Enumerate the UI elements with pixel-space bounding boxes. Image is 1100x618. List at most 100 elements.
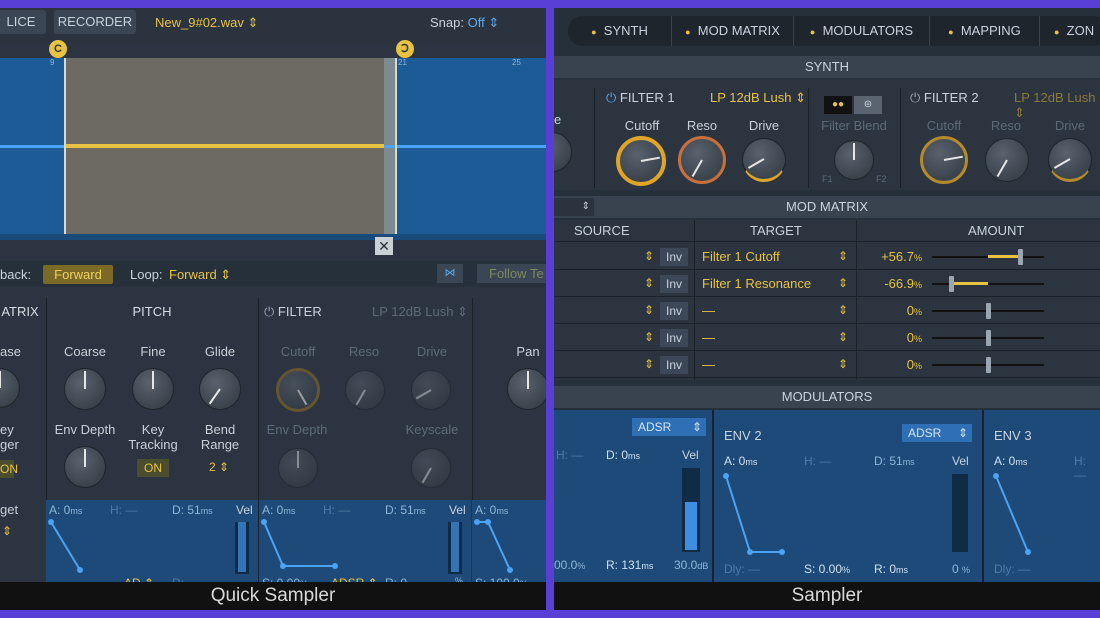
- target-value[interactable]: —: [702, 357, 715, 372]
- target-menu-chevron[interactable]: ⇕: [838, 357, 848, 371]
- source-menu-chevron[interactable]: ⇕: [644, 330, 654, 344]
- target-menu-chevron[interactable]: ⇕: [838, 276, 848, 290]
- drive-knob[interactable]: [411, 370, 451, 410]
- invert-button[interactable]: Inv: [660, 302, 688, 320]
- modulator-env-2[interactable]: ENV 2 ADSR ⇕ A: 0ms H: — D: 51ms Vel Dly…: [714, 410, 982, 582]
- envelope-shape[interactable]: [472, 514, 546, 574]
- f2-reso-knob[interactable]: [985, 138, 1029, 182]
- link-icon[interactable]: ⋈: [437, 264, 463, 283]
- envelope-shape[interactable]: [259, 514, 471, 574]
- start-marker-line[interactable]: [64, 58, 66, 234]
- amount-slider-thumb[interactable]: [948, 276, 954, 292]
- recorder-tab[interactable]: RECORDER: [54, 10, 136, 34]
- envelope-3[interactable]: A: 0ms S: 100.0%: [472, 500, 546, 590]
- close-icon[interactable]: ✕: [375, 237, 393, 255]
- filter-parallel-button[interactable]: ⊜: [854, 96, 882, 114]
- snap-control[interactable]: Snap: Off ⇕: [430, 15, 499, 31]
- target-menu-chevron[interactable]: ⇕: [838, 303, 848, 317]
- envelope-shape[interactable]: [714, 468, 944, 558]
- source-menu-chevron[interactable]: ⇕: [644, 357, 654, 371]
- tab-mod-matrix[interactable]: ● MOD MATRIX: [672, 16, 794, 46]
- filter-env-depth-knob[interactable]: [278, 448, 318, 488]
- velocity-slider[interactable]: [682, 468, 700, 552]
- f1-reso-knob[interactable]: [678, 136, 726, 184]
- velocity-slider[interactable]: [235, 522, 249, 574]
- amount-number: +56.7: [881, 249, 914, 264]
- envelope-1[interactable]: A: 0ms H: — D: 51ms Vel AD ⇕ R: —: [46, 500, 258, 590]
- target-menu-chevron[interactable]: ⇕: [838, 249, 848, 263]
- filter-serial-button[interactable]: ●●: [824, 96, 852, 114]
- filter1-type-menu[interactable]: LP 12dB Lush ⇕: [710, 90, 806, 106]
- amount-slider-thumb[interactable]: [986, 303, 991, 319]
- reso-knob[interactable]: [345, 370, 385, 410]
- end-marker-line[interactable]: [395, 58, 397, 234]
- amount-slider-thumb[interactable]: [986, 357, 991, 373]
- target-value[interactable]: Filter 1 Resonance: [702, 276, 811, 291]
- fine-knob[interactable]: [132, 368, 174, 410]
- power-icon[interactable]: ⏻: [910, 90, 920, 105]
- env1-mode-menu[interactable]: ADSR ⇕: [632, 418, 706, 436]
- file-name-menu[interactable]: New_9#02.wav ⇕: [155, 15, 258, 31]
- f2-cutoff-knob[interactable]: [920, 136, 968, 184]
- divider: [808, 88, 809, 188]
- phase-knob[interactable]: [0, 368, 20, 408]
- modulator-env-3[interactable]: ENV 3 A: 0ms H: — Dly: —: [984, 410, 1100, 582]
- bend-range-menu[interactable]: 2 ⇕: [209, 460, 229, 474]
- loop-mode-menu[interactable]: Forward ⇕: [169, 267, 231, 283]
- tab-mapping[interactable]: ● MAPPING: [930, 16, 1040, 46]
- amount-slider-thumb[interactable]: [1017, 249, 1023, 265]
- target-value[interactable]: —: [702, 303, 715, 318]
- start-marker-handle[interactable]: C: [49, 40, 67, 58]
- envelope-shape[interactable]: [46, 514, 258, 574]
- modulator-env-1[interactable]: ADSR ⇕ H: — D: 0ms Vel 00.0% R: 131ms 30…: [554, 410, 712, 582]
- invert-button[interactable]: Inv: [660, 275, 688, 293]
- filter-type-menu[interactable]: LP 12dB Lush ⇕: [372, 304, 468, 320]
- f1-cutoff-knob[interactable]: [616, 136, 666, 186]
- velocity-slider[interactable]: [448, 522, 462, 574]
- cut-knob[interactable]: [554, 132, 572, 172]
- tab-zone[interactable]: ● ZON: [1040, 16, 1100, 46]
- invert-button[interactable]: Inv: [660, 356, 688, 374]
- glide-knob[interactable]: [199, 368, 241, 410]
- source-menu-chevron[interactable]: ⇕: [644, 303, 654, 317]
- power-icon[interactable]: ⏻: [606, 90, 616, 105]
- slice-tab[interactable]: LICE: [0, 10, 46, 34]
- velocity-value: 0: [952, 562, 959, 576]
- target-menu-chevron[interactable]: ⇕: [838, 330, 848, 344]
- filter-blend-knob[interactable]: [834, 140, 874, 180]
- tab-modulators[interactable]: ● MODULATORS: [794, 16, 930, 46]
- keyscale-knob[interactable]: [411, 448, 451, 488]
- source-menu-chevron[interactable]: ⇕: [644, 276, 654, 290]
- end-marker-handle[interactable]: Ↄ: [396, 40, 414, 58]
- envelope-shape[interactable]: [984, 468, 1100, 558]
- cutoff-knob[interactable]: [276, 368, 320, 412]
- invert-button[interactable]: Inv: [660, 248, 688, 266]
- amount-slider-fill: [988, 255, 1020, 258]
- playback-mode-button[interactable]: Forward: [43, 265, 113, 284]
- power-icon[interactable]: ⏻: [264, 304, 274, 319]
- key-trigger-value[interactable]: ON: [0, 460, 18, 478]
- amount-slider-thumb[interactable]: [986, 330, 991, 346]
- chevron-updown-icon[interactable]: ⇕: [2, 524, 12, 538]
- target-value[interactable]: —: [702, 330, 715, 345]
- velocity-slider[interactable]: [952, 474, 968, 552]
- env2-mode-menu[interactable]: ADSR ⇕: [902, 424, 972, 442]
- cutoff-label: Cutoff: [280, 344, 316, 359]
- filter2-type-menu[interactable]: LP 12dB Lush ⇕: [1014, 90, 1100, 121]
- invert-button[interactable]: Inv: [660, 329, 688, 347]
- f1-drive-knob[interactable]: [742, 138, 786, 182]
- f1-cutoff-label: Cutoff: [624, 118, 660, 133]
- follow-tempo-button[interactable]: Follow Te: [477, 264, 546, 283]
- key-tracking-button[interactable]: ON: [137, 459, 169, 477]
- f2-drive-knob[interactable]: [1048, 138, 1092, 182]
- env-depth-knob[interactable]: [64, 446, 106, 488]
- drive-label: Drive: [416, 344, 448, 359]
- envelope-2[interactable]: A: 0ms H: — D: 51ms Vel S: 0.00% ADSR ⇕ …: [259, 500, 471, 590]
- tab-synth[interactable]: ● SYNTH: [568, 16, 672, 46]
- pan-knob[interactable]: [507, 368, 546, 410]
- matrix-view-menu[interactable]: ⇕: [554, 198, 594, 216]
- target-value[interactable]: Filter 1 Cutoff: [702, 249, 780, 264]
- waveform-display[interactable]: 9 13 17 21 25: [0, 58, 546, 240]
- coarse-knob[interactable]: [64, 368, 106, 410]
- source-menu-chevron[interactable]: ⇕: [644, 249, 654, 263]
